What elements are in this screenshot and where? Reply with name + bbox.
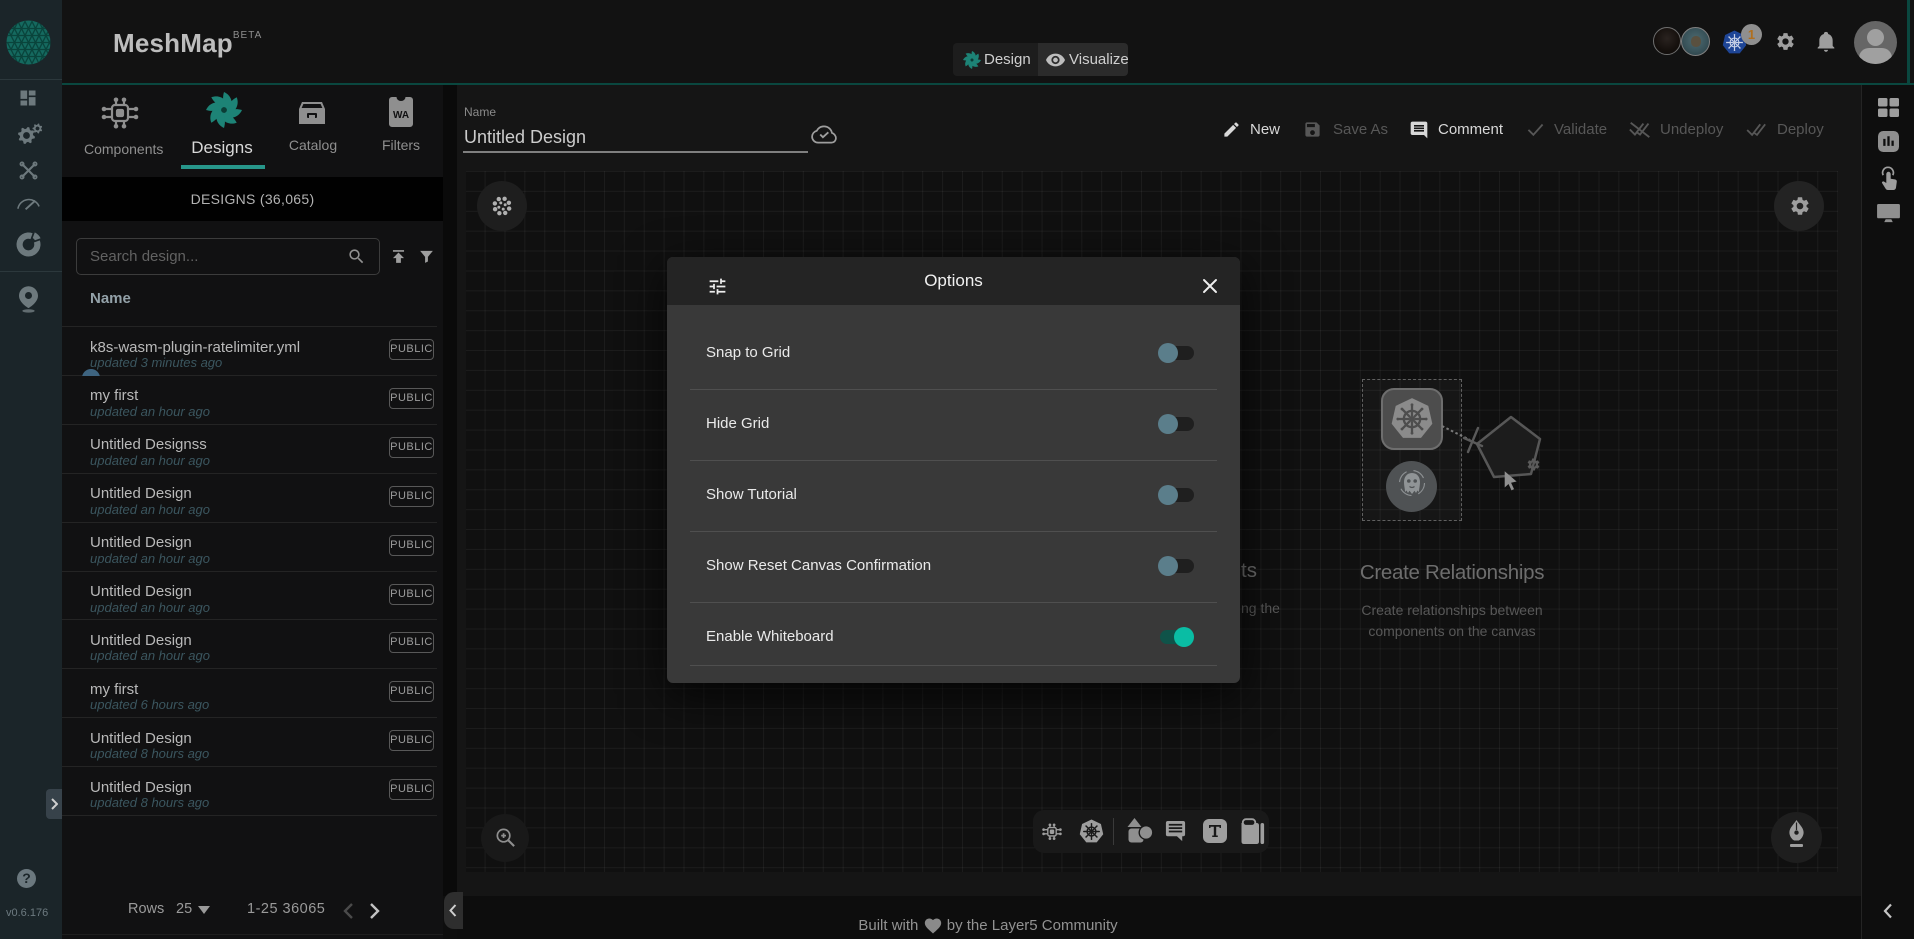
svg-text:WA: WA (393, 110, 409, 121)
